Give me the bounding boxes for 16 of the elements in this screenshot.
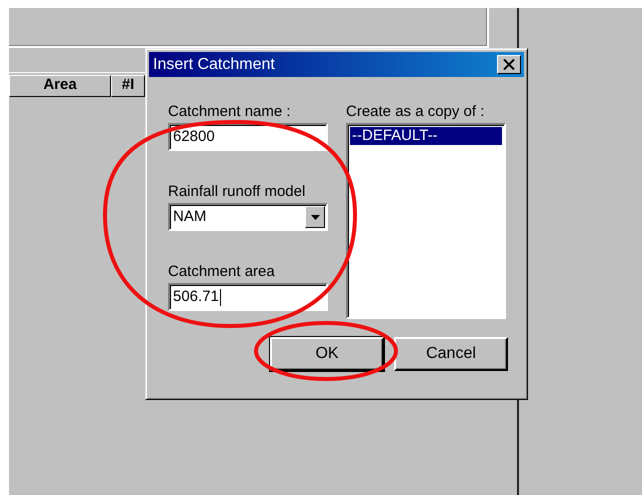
list-item[interactable]: --DEFAULT-- <box>350 127 502 145</box>
dropdown[interactable]: NAM <box>168 203 328 231</box>
field-label: Rainfall runoff model <box>168 183 306 201</box>
input-field[interactable]: 506.71 <box>168 283 328 311</box>
list-box[interactable]: --DEFAULT-- <box>346 123 506 319</box>
close-icon <box>503 59 515 70</box>
cancel-button[interactable]: Cancel <box>394 337 508 371</box>
close-button[interactable] <box>497 55 521 74</box>
text-cursor <box>220 288 221 306</box>
column-header[interactable]: #I <box>111 75 145 97</box>
field-label: Catchment name : <box>168 103 292 121</box>
ok-button[interactable]: OK <box>270 337 384 371</box>
field-label: Catchment area <box>168 263 276 281</box>
column-header[interactable]: Area <box>9 75 111 97</box>
list-label: Create as a copy of : <box>346 103 486 121</box>
window-title: Insert Catchment <box>153 56 275 74</box>
